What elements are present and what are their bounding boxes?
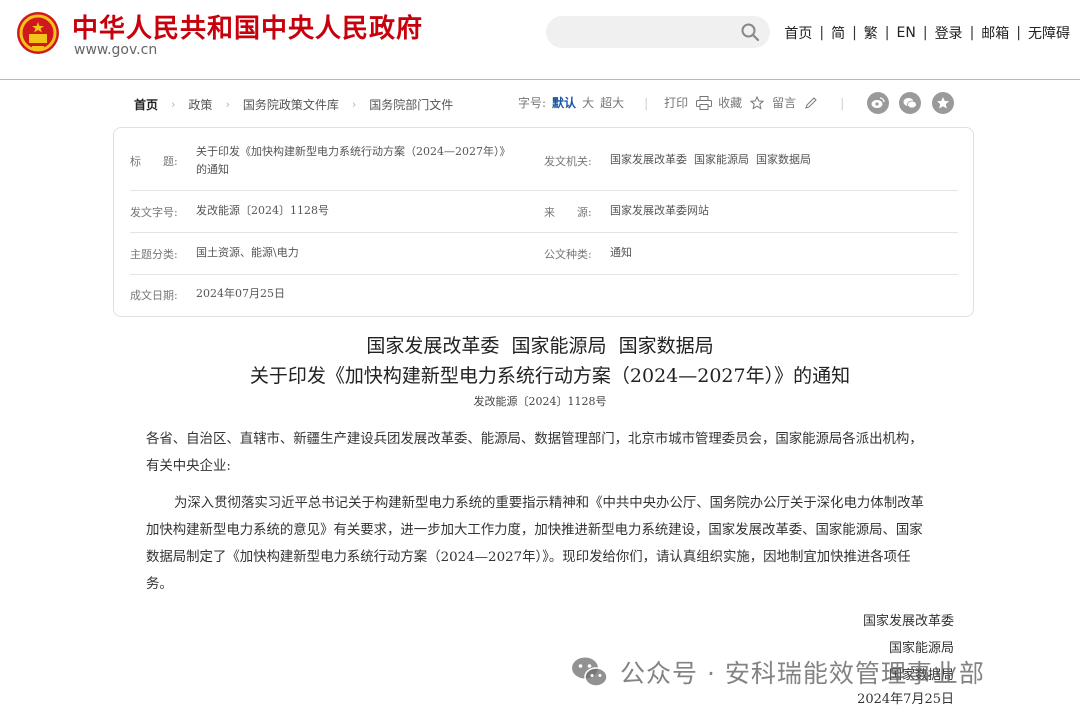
font-size-default[interactable]: 默认	[552, 94, 576, 111]
category-label: 主题分类:	[130, 248, 178, 261]
site-url: www.gov.cn	[74, 42, 158, 58]
site-header: 中华人民共和国中央人民政府 www.gov.cn 首页 | 简 | 繁 | EN | 登…	[0, 0, 1080, 80]
font-size-xlarge[interactable]: 超大	[600, 94, 624, 111]
issuer-label: 发文机关:	[544, 155, 592, 168]
document-info-table: 标 题: 关于印发《加快构建新型电力系统行动方案（2024—2027年）》 的通…	[113, 127, 974, 317]
addressee: 各省、自治区、直辖市、新疆生产建设兵团发展改革委、能源局、数据管理部门，北京市城…	[146, 426, 956, 480]
document-title-issuers: 国家发展改革委 国家能源局 国家数据局	[366, 335, 714, 357]
nav-traditional[interactable]: 繁	[864, 23, 878, 43]
weibo-share-icon[interactable]	[867, 92, 889, 114]
divider: |	[644, 95, 649, 110]
nav-login[interactable]: 登录	[935, 23, 963, 43]
search-input[interactable]	[546, 16, 770, 48]
nav-separator: |	[969, 25, 975, 41]
breadcrumb-home[interactable]: 首页	[134, 96, 158, 113]
nav-separator: |	[922, 25, 928, 41]
paragraph-line: 为深入贯彻落实习近平总书记关于构建新型电力系统的重要指示精神和《中共中央办公厅、…	[174, 496, 924, 511]
printer-icon[interactable]	[696, 95, 713, 110]
star-icon[interactable]	[749, 95, 766, 110]
wechat-share-icon[interactable]	[899, 92, 921, 114]
date-value: 2024年07月25日	[196, 287, 285, 300]
nav-separator: |	[884, 25, 890, 41]
issuer-value: 国家发展改革委 国家能源局 国家数据局	[610, 153, 811, 166]
font-size-large[interactable]: 大	[582, 94, 594, 111]
document-title: 关于印发《加快构建新型电力系统行动方案（2024—2027年）》的通知	[249, 365, 851, 387]
info-row: 标 题: 关于印发《加快构建新型电力系统行动方案（2024—2027年）》 的通…	[130, 138, 958, 191]
doc-number-value: 发改能源〔2024〕1128号	[196, 204, 329, 217]
nav-mail[interactable]: 邮箱	[981, 23, 1009, 43]
doc-type-label: 公文种类:	[544, 248, 592, 261]
qzone-share-icon[interactable]	[932, 92, 954, 114]
breadcrumb-department-docs[interactable]: 国务院部门文件	[369, 96, 453, 113]
nav-separator: |	[819, 25, 825, 41]
wechat-watermark: 公众号 · 安科瑞能效管理事业部	[570, 654, 985, 690]
addressee-line: 有关中央企业:	[146, 459, 231, 474]
chevron-right-icon: ›	[225, 97, 230, 111]
nav-separator: |	[1016, 25, 1021, 41]
site-title[interactable]: 中华人民共和国中央人民政府	[72, 8, 423, 45]
paragraph-line: 务。	[146, 577, 173, 592]
watermark-text: 公众号 · 安科瑞能效管理事业部	[620, 659, 985, 688]
chevron-right-icon: ›	[351, 97, 357, 111]
divider: |	[840, 95, 845, 110]
date-label: 成文日期:	[130, 289, 178, 302]
wechat-logo-icon	[570, 655, 610, 689]
title-value-line2: 的通知	[196, 163, 229, 176]
search-icon[interactable]	[740, 22, 760, 42]
document-number: 发改能源〔2024〕1128号	[473, 395, 607, 408]
breadcrumb-policy[interactable]: 政策	[188, 96, 212, 113]
pencil-icon[interactable]	[804, 96, 820, 110]
source-value: 国家发展改革委网站	[610, 204, 709, 217]
nav-accessibility[interactable]: 无障碍	[1028, 23, 1070, 43]
comment-button[interactable]: 留言	[772, 94, 796, 111]
chevron-right-icon: ›	[171, 97, 176, 111]
nav-separator: |	[852, 25, 857, 41]
title-label: 标 题:	[130, 155, 178, 168]
body-paragraph: 为深入贯彻落实习近平总书记关于构建新型电力系统的重要指示精神和《中共中央办公厅、…	[146, 490, 956, 598]
doc-number-label: 发文字号:	[130, 206, 178, 219]
paragraph-line: 加快构建新型电力系统的意见》有关要求，进一步加大工作力度，加快推进新型电力系统建…	[146, 523, 923, 538]
doc-type-value: 通知	[610, 246, 632, 259]
addressee-line: 各省、自治区、直辖市、新疆生产建设兵团发展改革委、能源局、数据管理部门，北京市城…	[146, 432, 923, 447]
favorite-button[interactable]: 收藏	[718, 94, 742, 111]
info-row: 发文字号: 发改能源〔2024〕1128号 来 源: 国家发展改革委网站	[130, 191, 958, 233]
source-label: 来 源:	[544, 206, 592, 219]
title-value-line1: 关于印发《加快构建新型电力系统行动方案（2024—2027年）》	[196, 145, 511, 158]
breadcrumb-policy-library[interactable]: 国务院政策文件库	[243, 96, 339, 113]
info-row: 成文日期: 2024年07月25日	[130, 275, 958, 315]
top-nav: 首页 | 简 | 繁 | EN | 登录 | 邮箱 | 无障碍	[784, 23, 1070, 43]
info-row: 主题分类: 国土资源、能源\电力 公文种类: 通知	[130, 233, 958, 275]
paragraph-line: 数据局制定了《加快构建新型电力系统行动方案（2024—2027年）》。现印发给你…	[146, 550, 911, 565]
signature-ndrc: 国家发展改革委	[862, 614, 954, 629]
national-emblem-icon[interactable]	[16, 10, 60, 56]
nav-english[interactable]: EN	[897, 25, 916, 41]
font-size-label: 字号:	[518, 96, 547, 110]
nav-simplified[interactable]: 简	[831, 23, 845, 43]
article-tools: 字号: 默认 大 超大 | 打印 收藏 留言 |	[518, 94, 860, 111]
nav-home[interactable]: 首页	[784, 23, 812, 43]
signature-date: 2024年7月25日	[857, 692, 954, 707]
print-button[interactable]: 打印	[664, 94, 688, 111]
category-value: 国土资源、能源\电力	[196, 246, 299, 259]
